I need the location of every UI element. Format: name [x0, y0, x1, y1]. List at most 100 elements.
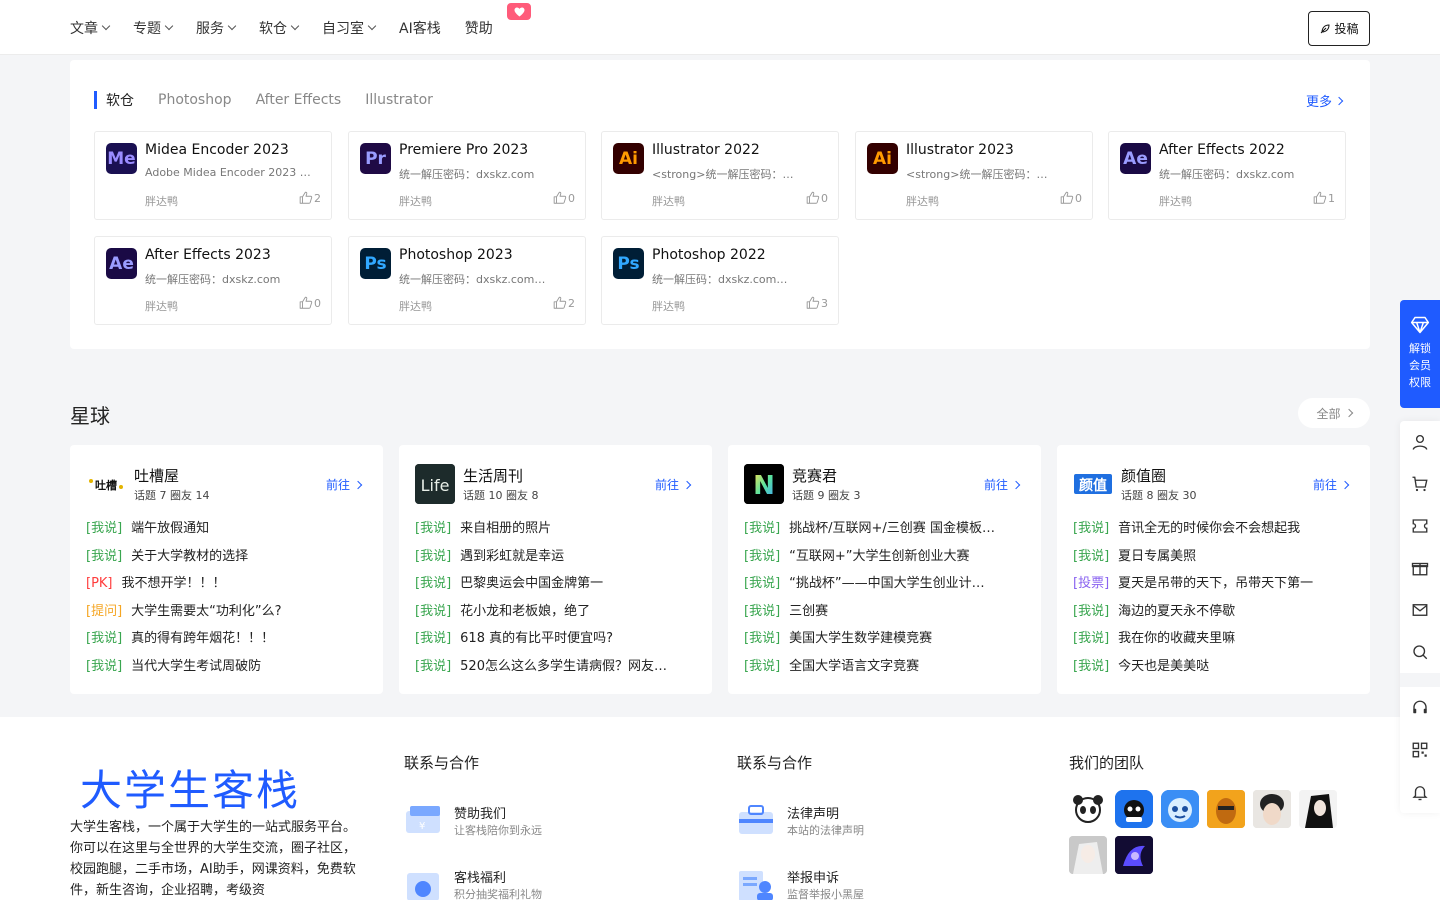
circle-name[interactable]: 颜值圈 [1121, 465, 1166, 486]
post-list: [我说] 挑战杯/互联网+/三创赛 国金模板… [我说] “互联网+”大学生创新创业大… [744, 519, 1029, 685]
like-button[interactable]: 0 [299, 296, 321, 310]
avatar[interactable] [1069, 790, 1107, 828]
post-item[interactable]: [我说] 端午放假通知 [86, 519, 371, 547]
like-button[interactable]: 3 [806, 296, 828, 310]
tab-indicator [94, 91, 97, 109]
nav-label: 自习室 [322, 20, 364, 37]
post-item[interactable]: [我说] 真的得有跨年烟花！！！ [86, 629, 371, 657]
post-item[interactable]: [我说] 当代大学生考试周破防 [86, 657, 371, 685]
user-icon[interactable] [1400, 421, 1440, 463]
logo-text: N [753, 471, 775, 501]
circle-name[interactable]: 吐槽屋 [134, 465, 179, 486]
footer-link-welfare[interactable]: 客栈福利 积分抽奖福利礼物 [404, 867, 664, 900]
post-item[interactable]: [我说] 海边的夏天永不停歇 [1073, 602, 1358, 630]
avatar[interactable] [1253, 790, 1291, 828]
nav-label: 赞助 [464, 20, 493, 37]
software-card[interactable]: Ae After Effects 2022 统一解压密码：dxskz.com 胖达鸭 1 [1108, 131, 1346, 220]
like-button[interactable]: 0 [553, 191, 575, 205]
goto-link[interactable]: 前往 [984, 476, 1021, 493]
submit-post-button[interactable]: 投稿 [1308, 11, 1370, 46]
nav-item-software[interactable]: 软仓 [259, 18, 300, 38]
post-item[interactable]: [我说] 夏日专属美照 [1073, 547, 1358, 575]
post-item[interactable]: [提问] 大学生需要太“功利化”么? [86, 602, 371, 630]
post-item[interactable]: [我说] 三创赛 [744, 602, 1029, 630]
tab-software[interactable]: 软仓 [106, 90, 134, 110]
avatar[interactable] [1161, 790, 1199, 828]
like-button[interactable]: 1 [1313, 191, 1335, 205]
vip-unlock-button[interactable]: 解锁会员权限 [1400, 300, 1440, 408]
tab-after-effects[interactable]: After Effects [256, 92, 342, 108]
post-item[interactable]: [我说] 今天也是美美哒 [1073, 657, 1358, 685]
tab-illustrator[interactable]: Illustrator [365, 92, 433, 108]
logo-text: 吐槽 [95, 478, 117, 492]
qrcode-icon[interactable] [1400, 729, 1440, 771]
avatar[interactable] [1115, 836, 1153, 874]
bell-icon[interactable] [1400, 771, 1440, 813]
headset-icon[interactable] [1400, 687, 1440, 729]
circle-logo: N [744, 464, 784, 504]
software-card[interactable]: Ai Illustrator 2023 <strong>统一解压密码：… 胖达鸭 0 [855, 131, 1093, 220]
post-item[interactable]: [我说] 花小龙和老板娘，绝了 [415, 602, 700, 630]
mail-icon[interactable] [1400, 589, 1440, 631]
footer-link-legal[interactable]: 法律声明 本站的法律声明 [737, 803, 997, 843]
post-item[interactable]: [我说] 挑战杯/互联网+/三创赛 国金模板… [744, 519, 1029, 547]
software-card[interactable]: Ae After Effects 2023 统一解压密码：dxskz.com 胖达鸭 0 [94, 236, 332, 325]
search-icon[interactable] [1400, 631, 1440, 673]
post-item[interactable]: [我说] 来自相册的照片 [415, 519, 700, 547]
post-item[interactable]: [我说] 618 真的有比平时便宜吗? [415, 629, 700, 657]
post-item[interactable]: [我说] “挑战杯”——中国大学生创业计… [744, 574, 1029, 602]
circle-name[interactable]: 竞赛君 [792, 465, 837, 486]
post-item[interactable]: [我说] “互联网+”大学生创新创业大赛 [744, 547, 1029, 575]
post-item[interactable]: [投票] 夏天是吊带的天下，吊带天下第一 [1073, 574, 1358, 602]
nav-item-topics[interactable]: 专题 [133, 18, 174, 38]
nav-item-services[interactable]: 服务 [196, 18, 237, 38]
nav-item-ai[interactable]: AI客栈 [399, 18, 441, 38]
gift-icon[interactable] [1400, 547, 1440, 589]
nav-item-articles[interactable]: 文章 [70, 18, 111, 38]
footer-link-report[interactable]: 举报申诉 监督举报小黑屋 [737, 867, 997, 900]
post-item[interactable]: [我说] 关于大学教材的选择 [86, 547, 371, 575]
post-item[interactable]: [我说] 美国大学生数学建模竞赛 [744, 629, 1029, 657]
cart-icon[interactable] [1400, 463, 1440, 505]
like-count: 2 [568, 296, 575, 310]
post-tag: [我说] [744, 603, 781, 619]
post-item[interactable]: [PK] 我不想开学！！！ [86, 574, 371, 602]
avatar[interactable] [1207, 790, 1245, 828]
post-item[interactable]: [我说] 遇到彩虹就是幸运 [415, 547, 700, 575]
software-desc: 统一解压密码：dxskz.com [399, 168, 535, 181]
goto-link[interactable]: 前往 [1313, 476, 1350, 493]
post-tag: [我说] [86, 521, 123, 536]
nav-item-sponsor[interactable]: 赞助 [465, 18, 493, 38]
post-tag: [我说] [415, 658, 452, 674]
software-card[interactable]: Me Midea Encoder 2023 Adobe Midea Encoder … [94, 131, 332, 220]
post-item[interactable]: [我说] 全国大学语言文字竞赛 [744, 657, 1029, 685]
post-item[interactable]: [我说] 巴黎奥运会中国金牌第一 [415, 574, 700, 602]
like-button[interactable]: 0 [1060, 191, 1082, 205]
like-button[interactable]: 2 [553, 296, 575, 310]
post-item[interactable]: [我说] 520怎么这么多学生请病假？网友… [415, 657, 700, 685]
like-button[interactable]: 0 [806, 191, 828, 205]
goto-link[interactable]: 前往 [655, 476, 692, 493]
software-card[interactable]: Ps Photoshop 2023 统一解压密码：dxskz.com… 胖达鸭 2 [348, 236, 586, 325]
software-card[interactable]: Ai Illustrator 2022 <strong>统一解压密码：… 胖达鸭 0 [601, 131, 839, 220]
goto-link[interactable]: 前往 [326, 476, 363, 493]
post-item[interactable]: [我说] 音讯全无的时候你会不会想起我 [1073, 519, 1358, 547]
like-count: 1 [1328, 191, 1335, 205]
footer-link-sponsor[interactable]: ¥ 赞助我们 让客栈陪你到永远 [404, 803, 664, 843]
software-card[interactable]: Ps Photoshop 2022 统一解压码：dxskz.com… 胖达鸭 3 [601, 236, 839, 325]
brand-logo[interactable]: 大学生客栈 [80, 757, 300, 818]
like-button[interactable]: 2 [299, 191, 321, 205]
chevron-down-icon [101, 21, 111, 31]
avatar[interactable] [1115, 790, 1153, 828]
avatar[interactable] [1069, 836, 1107, 874]
tab-photoshop[interactable]: Photoshop [158, 92, 232, 108]
more-link[interactable]: 更多 [1306, 91, 1344, 110]
circle-name[interactable]: 生活周刊 [463, 465, 523, 486]
thumbs-up-icon [806, 296, 820, 309]
avatar[interactable] [1299, 790, 1337, 828]
software-card[interactable]: Pr Premiere Pro 2023 统一解压密码：dxskz.com 胖达鸭 0 [348, 131, 586, 220]
nav-item-study-room[interactable]: 自习室 [322, 18, 377, 38]
ticket-icon[interactable] [1400, 505, 1440, 547]
post-item[interactable]: [我说] 我在你的收藏夹里嘛 [1073, 629, 1358, 657]
view-all-button[interactable]: 全部 [1298, 398, 1370, 428]
